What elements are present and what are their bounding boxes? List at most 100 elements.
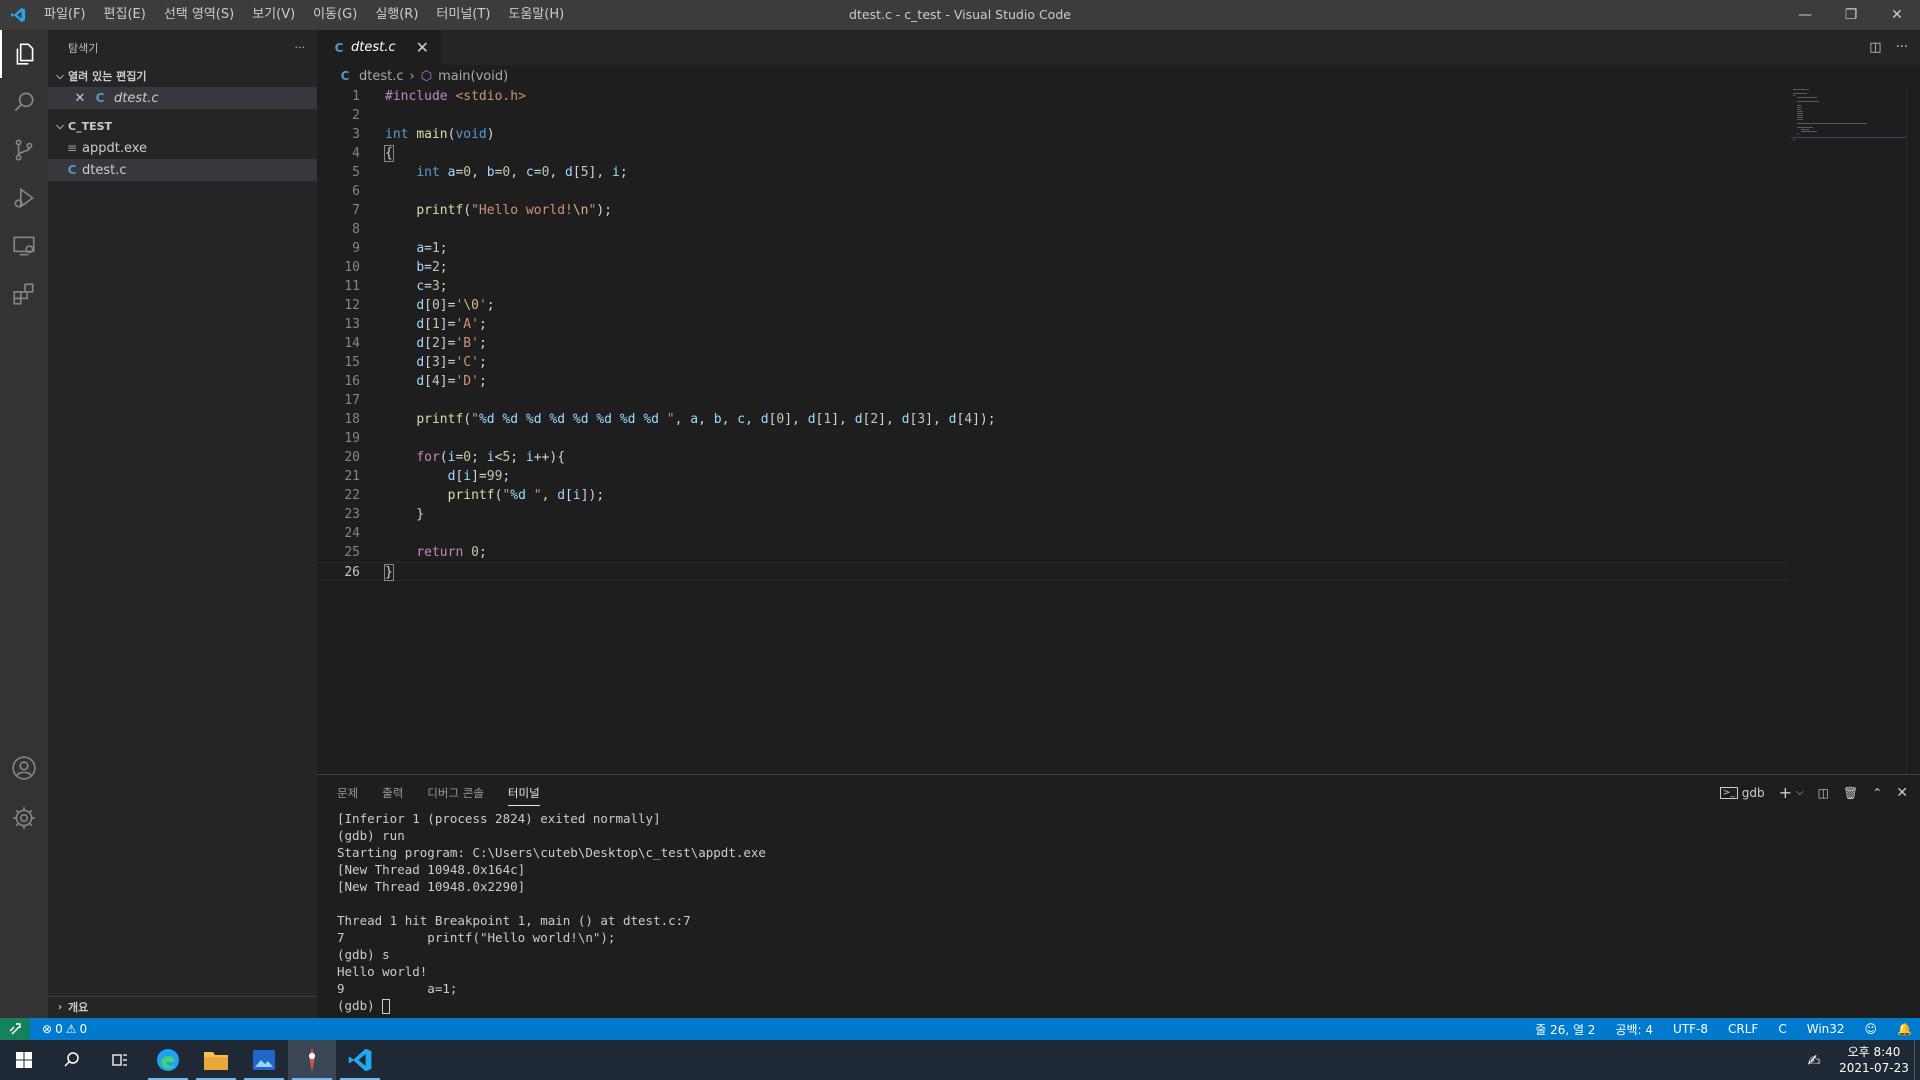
task-view-icon[interactable] xyxy=(96,1040,144,1080)
c-file-icon: C xyxy=(334,40,344,55)
status-right: 줄 26, 열 2 공백: 4 UTF-8 CRLF C Win32 ☺ 🔔 xyxy=(1535,1018,1912,1040)
run-debug-icon[interactable] xyxy=(0,174,48,222)
terminal-name: gdb xyxy=(1741,785,1765,800)
split-editor-icon[interactable]: ◫ xyxy=(1869,40,1881,55)
editor-scrollbar[interactable] xyxy=(1906,87,1920,774)
menu-edit[interactable]: 편집(E) xyxy=(95,0,155,30)
code-editor[interactable]: 1 #include <stdio.h> 2 3 int main(void) 4{… xyxy=(317,87,1787,581)
chevron-down-icon: ⌵ xyxy=(56,120,64,132)
taskbar-search-icon[interactable] xyxy=(48,1040,96,1080)
debugger-app-icon[interactable] xyxy=(288,1040,336,1080)
chevron-down-icon[interactable]: ⌵ xyxy=(1796,787,1804,798)
code-line: 25 return 0; xyxy=(344,545,487,560)
terminal-line: Starting program: C:\Users\cuteb\Desktop… xyxy=(337,845,766,860)
sidebar-title: 탐색기 xyxy=(68,41,99,55)
editor-area: C dtest.c ✕ ◫ ··· C dtest.c › ⬡ main(voi… xyxy=(317,30,1920,774)
warning-icon: ⚠ xyxy=(65,1022,77,1036)
split-terminal-icon[interactable]: ◫ xyxy=(1818,786,1829,800)
open-editors-header[interactable]: ⌵ 열려 있는 편집기 xyxy=(48,65,317,87)
windows-taskbar: ✍ 오후 8:40 2021-07-23 xyxy=(0,1040,1920,1080)
terminal-select[interactable]: >_ gdb xyxy=(1719,785,1765,800)
source-control-icon[interactable] xyxy=(0,126,48,174)
panel-tabs: 문제 출력 디버그 콘솔 터미널 >_ gdb + ⌵ ◫ 🗑 ⌃ ✕ xyxy=(317,775,1920,810)
menu-terminal[interactable]: 터미널(T) xyxy=(427,0,499,30)
language-mode[interactable]: C xyxy=(1778,1022,1786,1036)
code-line: 4{ xyxy=(352,145,394,162)
edge-browser-icon[interactable] xyxy=(144,1040,192,1080)
symbol-method-icon: ⬡ xyxy=(420,68,433,84)
more-actions-icon[interactable]: ··· xyxy=(1896,40,1908,55)
outline-label: 개요 xyxy=(68,1001,89,1014)
file-item-dtest[interactable]: C dtest.c xyxy=(48,159,317,181)
system-tray: ✍ 오후 8:40 2021-07-23 xyxy=(1794,1040,1920,1080)
menu-help[interactable]: 도움말(H) xyxy=(499,0,573,30)
terminal-prompt: (gdb) xyxy=(337,998,383,1013)
terminal-line: (gdb) run xyxy=(337,828,405,843)
encoding[interactable]: UTF-8 xyxy=(1673,1022,1708,1036)
terminal-line: 9 a=1; xyxy=(337,981,458,996)
terminal-line: Thread 1 hit Breakpoint 1, main () at dt… xyxy=(337,913,691,928)
restore-button[interactable]: ❐ xyxy=(1828,0,1874,30)
platform[interactable]: Win32 xyxy=(1807,1022,1845,1036)
tab-dtest[interactable]: C dtest.c ✕ xyxy=(317,30,441,65)
c-file-icon: C xyxy=(67,163,77,177)
close-panel-icon[interactable]: ✕ xyxy=(1896,785,1908,801)
breadcrumb-file[interactable]: dtest.c xyxy=(359,69,404,84)
show-desktop-button[interactable] xyxy=(1914,1040,1920,1080)
line-ending[interactable]: CRLF xyxy=(1728,1022,1758,1036)
terminal-output[interactable]: [Inferior 1 (process 2824) exited normal… xyxy=(317,810,1920,1014)
trash-icon[interactable]: 🗑 xyxy=(1843,786,1858,800)
tab-problems[interactable]: 문제 xyxy=(337,785,358,801)
code-line: 22 printf("%d ", d[i]); xyxy=(344,488,605,503)
maximize-panel-icon[interactable]: ⌃ xyxy=(1872,786,1882,800)
folder-header[interactable]: ⌵ C_TEST xyxy=(48,115,317,137)
tab-output[interactable]: 출력 xyxy=(382,785,403,801)
windows-start-icon[interactable] xyxy=(0,1040,48,1080)
terminal-icon: >_ xyxy=(1719,786,1738,799)
extensions-icon[interactable] xyxy=(0,270,48,318)
chevron-right-icon: › xyxy=(409,68,415,84)
menu-view[interactable]: 보기(V) xyxy=(243,0,304,30)
file-name: appdt.exe xyxy=(82,140,148,156)
tab-terminal[interactable]: 터미널 xyxy=(507,785,540,806)
problems-status[interactable]: ⊗ 0 ⚠ 0 xyxy=(42,1022,87,1036)
code-line: 7 printf("Hello world!\n"); xyxy=(352,203,612,218)
file-item-appdt[interactable]: ≡ appdt.exe xyxy=(48,137,317,159)
breadcrumb-symbol[interactable]: main(void) xyxy=(438,69,508,84)
remote-explorer-icon[interactable] xyxy=(0,222,48,270)
panel-actions: >_ gdb + ⌵ ◫ 🗑 ⌃ ✕ xyxy=(1719,775,1908,810)
photos-app-icon[interactable] xyxy=(240,1040,288,1080)
menu-selection[interactable]: 선택 영역(S) xyxy=(155,0,243,30)
vscode-taskbar-icon[interactable] xyxy=(336,1040,384,1080)
code-line: 8 xyxy=(352,222,360,237)
indentation[interactable]: 공백: 4 xyxy=(1615,1021,1653,1038)
notifications-bell-icon[interactable]: 🔔 xyxy=(1897,1022,1912,1036)
settings-gear-icon[interactable] xyxy=(0,794,48,842)
open-editor-item[interactable]: ✕ C dtest.c xyxy=(48,87,317,109)
terminal-prompt-line[interactable]: (gdb) xyxy=(337,997,1920,1014)
tab-debug-console[interactable]: 디버그 콘솔 xyxy=(427,785,484,801)
new-terminal-icon[interactable]: + xyxy=(1779,783,1792,802)
code-line: 19 xyxy=(344,431,360,446)
terminal-line: [Inferior 1 (process 2824) exited normal… xyxy=(337,811,661,826)
menu-go[interactable]: 이동(G) xyxy=(304,0,366,30)
outline-section[interactable]: › 개요 xyxy=(48,996,317,1018)
menu-file[interactable]: 파일(F) xyxy=(35,0,95,30)
clock[interactable]: 오후 8:40 2021-07-23 xyxy=(1834,1044,1914,1076)
minimap[interactable] xyxy=(1791,87,1906,167)
account-icon[interactable] xyxy=(0,744,48,792)
code-line: 17 xyxy=(344,393,360,408)
minimize-button[interactable]: — xyxy=(1782,0,1828,30)
menu-run[interactable]: 실행(R) xyxy=(366,0,427,30)
close-tab-icon[interactable]: ✕ xyxy=(416,38,429,57)
file-explorer-icon[interactable] xyxy=(192,1040,240,1080)
search-icon[interactable] xyxy=(0,78,48,126)
more-actions-icon[interactable]: ··· xyxy=(295,41,306,54)
close-editor-icon[interactable]: ✕ xyxy=(72,91,88,106)
feedback-icon[interactable]: ☺ xyxy=(1865,1022,1878,1036)
cursor-position[interactable]: 줄 26, 열 2 xyxy=(1535,1021,1595,1038)
explorer-icon[interactable] xyxy=(0,30,48,78)
remote-icon[interactable] xyxy=(0,1018,30,1040)
pen-icon[interactable]: ✍ xyxy=(1794,1051,1834,1070)
close-window-button[interactable]: ✕ xyxy=(1874,0,1920,30)
